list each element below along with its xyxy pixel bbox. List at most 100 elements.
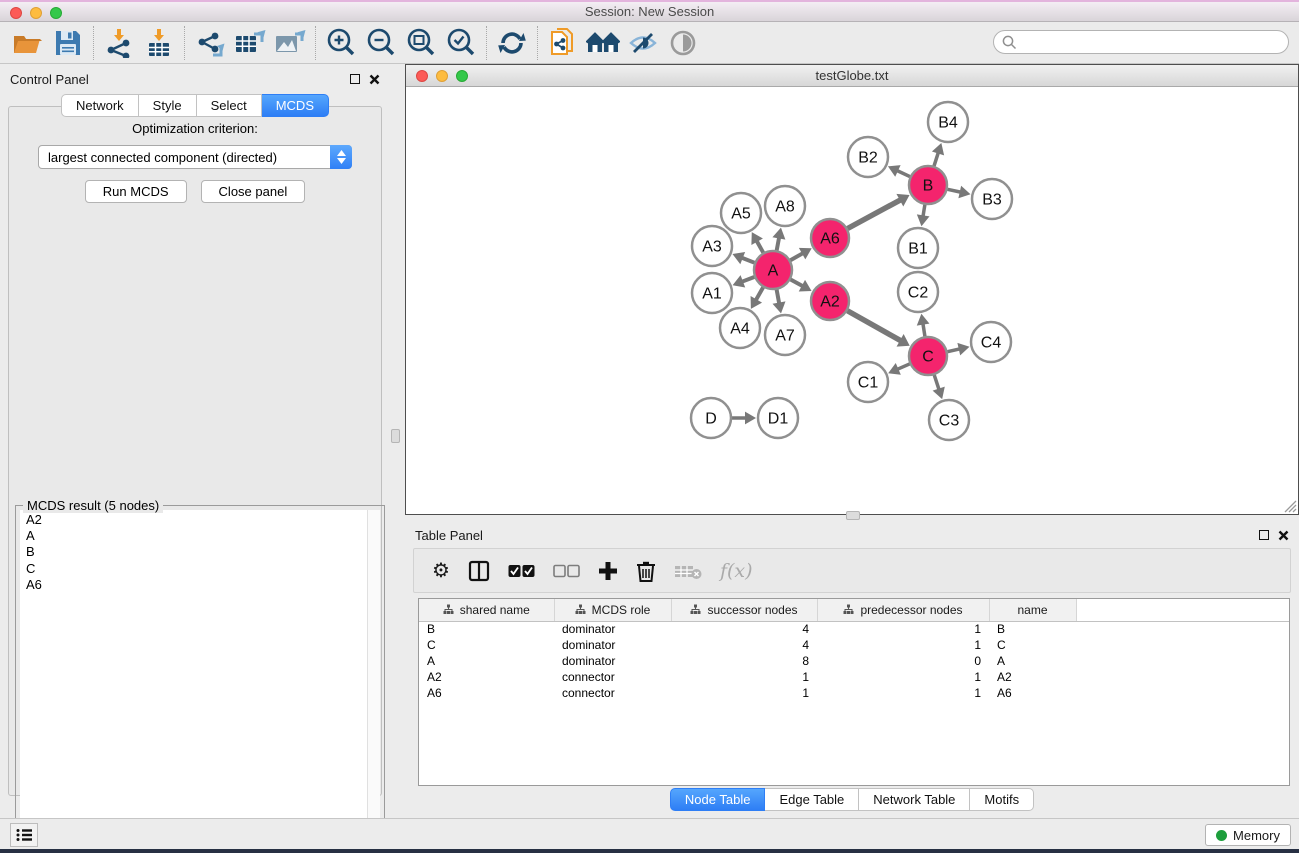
node-A2[interactable]: A2 (811, 282, 849, 320)
table-cell[interactable]: A (989, 653, 1076, 669)
column-header-predecessor-nodes[interactable]: predecessor nodes (817, 599, 989, 621)
close-table-panel-icon[interactable] (1278, 530, 1289, 541)
tab-network-table[interactable]: Network Table (859, 788, 970, 811)
edge-A-A2[interactable] (791, 280, 804, 287)
network-canvas[interactable]: AA1A3A5A8A6A2A4A7BB2B4B3B1C2CC4C1C3DD1 (406, 87, 1298, 514)
close-window-button[interactable] (10, 7, 22, 19)
clone-network-button[interactable] (543, 24, 583, 62)
node-C2[interactable]: C2 (898, 272, 938, 312)
node-A7[interactable]: A7 (765, 315, 805, 355)
node-C4[interactable]: C4 (971, 322, 1011, 362)
run-mcds-button[interactable]: Run MCDS (85, 180, 187, 203)
node-A5[interactable]: A5 (721, 193, 761, 233)
table-cell[interactable]: 0 (817, 653, 989, 669)
edge-B-B4[interactable] (934, 152, 939, 166)
add-column-icon[interactable] (598, 561, 618, 581)
edge-A6-B[interactable] (848, 199, 902, 228)
zoom-out-button[interactable] (361, 24, 401, 62)
table-row[interactable]: Cdominator41C (419, 637, 1289, 653)
table-cell[interactable]: A2 (989, 669, 1076, 685)
table-cell[interactable]: 1 (671, 685, 817, 701)
column-header-MCDS-role[interactable]: MCDS role (554, 599, 671, 621)
tab-select[interactable]: Select (197, 94, 262, 117)
refresh-layout-button[interactable] (492, 24, 532, 62)
save-session-button[interactable] (48, 24, 88, 62)
node-A4[interactable]: A4 (720, 308, 760, 348)
table-cell[interactable]: 1 (817, 685, 989, 701)
node-A8[interactable]: A8 (765, 186, 805, 226)
node-C3[interactable]: C3 (929, 400, 969, 440)
open-session-button[interactable] (8, 24, 48, 62)
table-cell[interactable]: 4 (671, 637, 817, 653)
edge-A-A4[interactable] (755, 287, 763, 301)
tab-edge-table[interactable]: Edge Table (765, 788, 859, 811)
table-cell[interactable]: connector (554, 669, 671, 685)
node-A[interactable]: A (754, 251, 792, 289)
export-image-button[interactable] (270, 24, 310, 62)
horizontal-split-grip[interactable] (846, 511, 860, 520)
table-cell[interactable]: connector (554, 685, 671, 701)
mcds-result-item[interactable]: A6 (26, 577, 367, 593)
mcds-list-scrollbar[interactable] (367, 510, 380, 838)
select-all-icon[interactable] (508, 564, 535, 578)
delete-column-icon[interactable] (636, 560, 656, 582)
hide-graphics-details-button[interactable] (623, 24, 663, 62)
criterion-select[interactable]: largest connected component (directed) (38, 145, 352, 169)
node-D1[interactable]: D1 (758, 398, 798, 438)
edge-C-C1[interactable] (896, 364, 909, 370)
edge-C-C4[interactable] (948, 349, 961, 352)
edge-B-B3[interactable] (948, 189, 962, 192)
import-table-button[interactable] (139, 24, 179, 62)
node-A6[interactable]: A6 (811, 219, 849, 257)
node-C1[interactable]: C1 (848, 362, 888, 402)
zoom-window-button[interactable] (50, 7, 62, 19)
node-A3[interactable]: A3 (692, 226, 732, 266)
memory-button[interactable]: Memory (1205, 824, 1291, 846)
vertical-split-grip[interactable] (391, 429, 400, 443)
node-D[interactable]: D (691, 398, 731, 438)
table-cell[interactable]: dominator (554, 621, 671, 637)
table-cell[interactable]: A6 (989, 685, 1076, 701)
zoom-fit-button[interactable] (401, 24, 441, 62)
table-settings-icon[interactable]: ⚙ (432, 561, 450, 581)
table-cell[interactable]: 1 (671, 669, 817, 685)
table-cell[interactable]: 1 (817, 669, 989, 685)
edge-A-A8[interactable] (777, 236, 780, 250)
table-cell[interactable]: 1 (817, 637, 989, 653)
table-row[interactable]: Bdominator41B (419, 621, 1289, 637)
edge-C-C3[interactable] (934, 375, 939, 391)
table-cell[interactable]: C (419, 637, 554, 653)
column-header-shared-name[interactable]: shared name (419, 599, 554, 621)
edge-B-B2[interactable] (896, 170, 910, 176)
mcds-result-item[interactable]: A2 (26, 512, 367, 528)
column-header-successor-nodes[interactable]: successor nodes (671, 599, 817, 621)
unselect-all-icon[interactable] (553, 564, 580, 578)
tab-style[interactable]: Style (139, 94, 197, 117)
table-cell[interactable]: B (419, 621, 554, 637)
mcds-result-item[interactable]: A (26, 528, 367, 544)
table-row[interactable]: A6connector11A6 (419, 685, 1289, 701)
tab-network[interactable]: Network (61, 94, 139, 117)
table-row[interactable]: A2connector11A2 (419, 669, 1289, 685)
search-input[interactable] (993, 30, 1289, 54)
tab-node-table[interactable]: Node Table (670, 788, 766, 811)
close-panel-button[interactable]: Close panel (201, 180, 306, 203)
window-resize-grip[interactable] (1282, 498, 1297, 513)
edge-A-A5[interactable] (756, 240, 763, 253)
show-graphics-details-button[interactable] (663, 24, 703, 62)
export-network-button[interactable] (190, 24, 230, 62)
float-table-panel-icon[interactable] (1259, 530, 1269, 540)
table-cell[interactable]: 8 (671, 653, 817, 669)
zoom-selected-button[interactable] (441, 24, 481, 62)
column-view-icon[interactable] (468, 560, 490, 582)
edge-A-A6[interactable] (790, 253, 803, 261)
edge-A2-C[interactable] (847, 311, 901, 342)
close-panel-icon[interactable] (369, 74, 380, 85)
table-cell[interactable]: 1 (817, 621, 989, 637)
table-cell[interactable]: dominator (554, 637, 671, 653)
node-table[interactable]: shared nameMCDS rolesuccessor nodesprede… (418, 598, 1290, 786)
table-cell[interactable]: A6 (419, 685, 554, 701)
task-history-button[interactable] (10, 823, 38, 847)
export-table-button[interactable] (230, 24, 270, 62)
edge-C-C2[interactable] (923, 323, 925, 337)
